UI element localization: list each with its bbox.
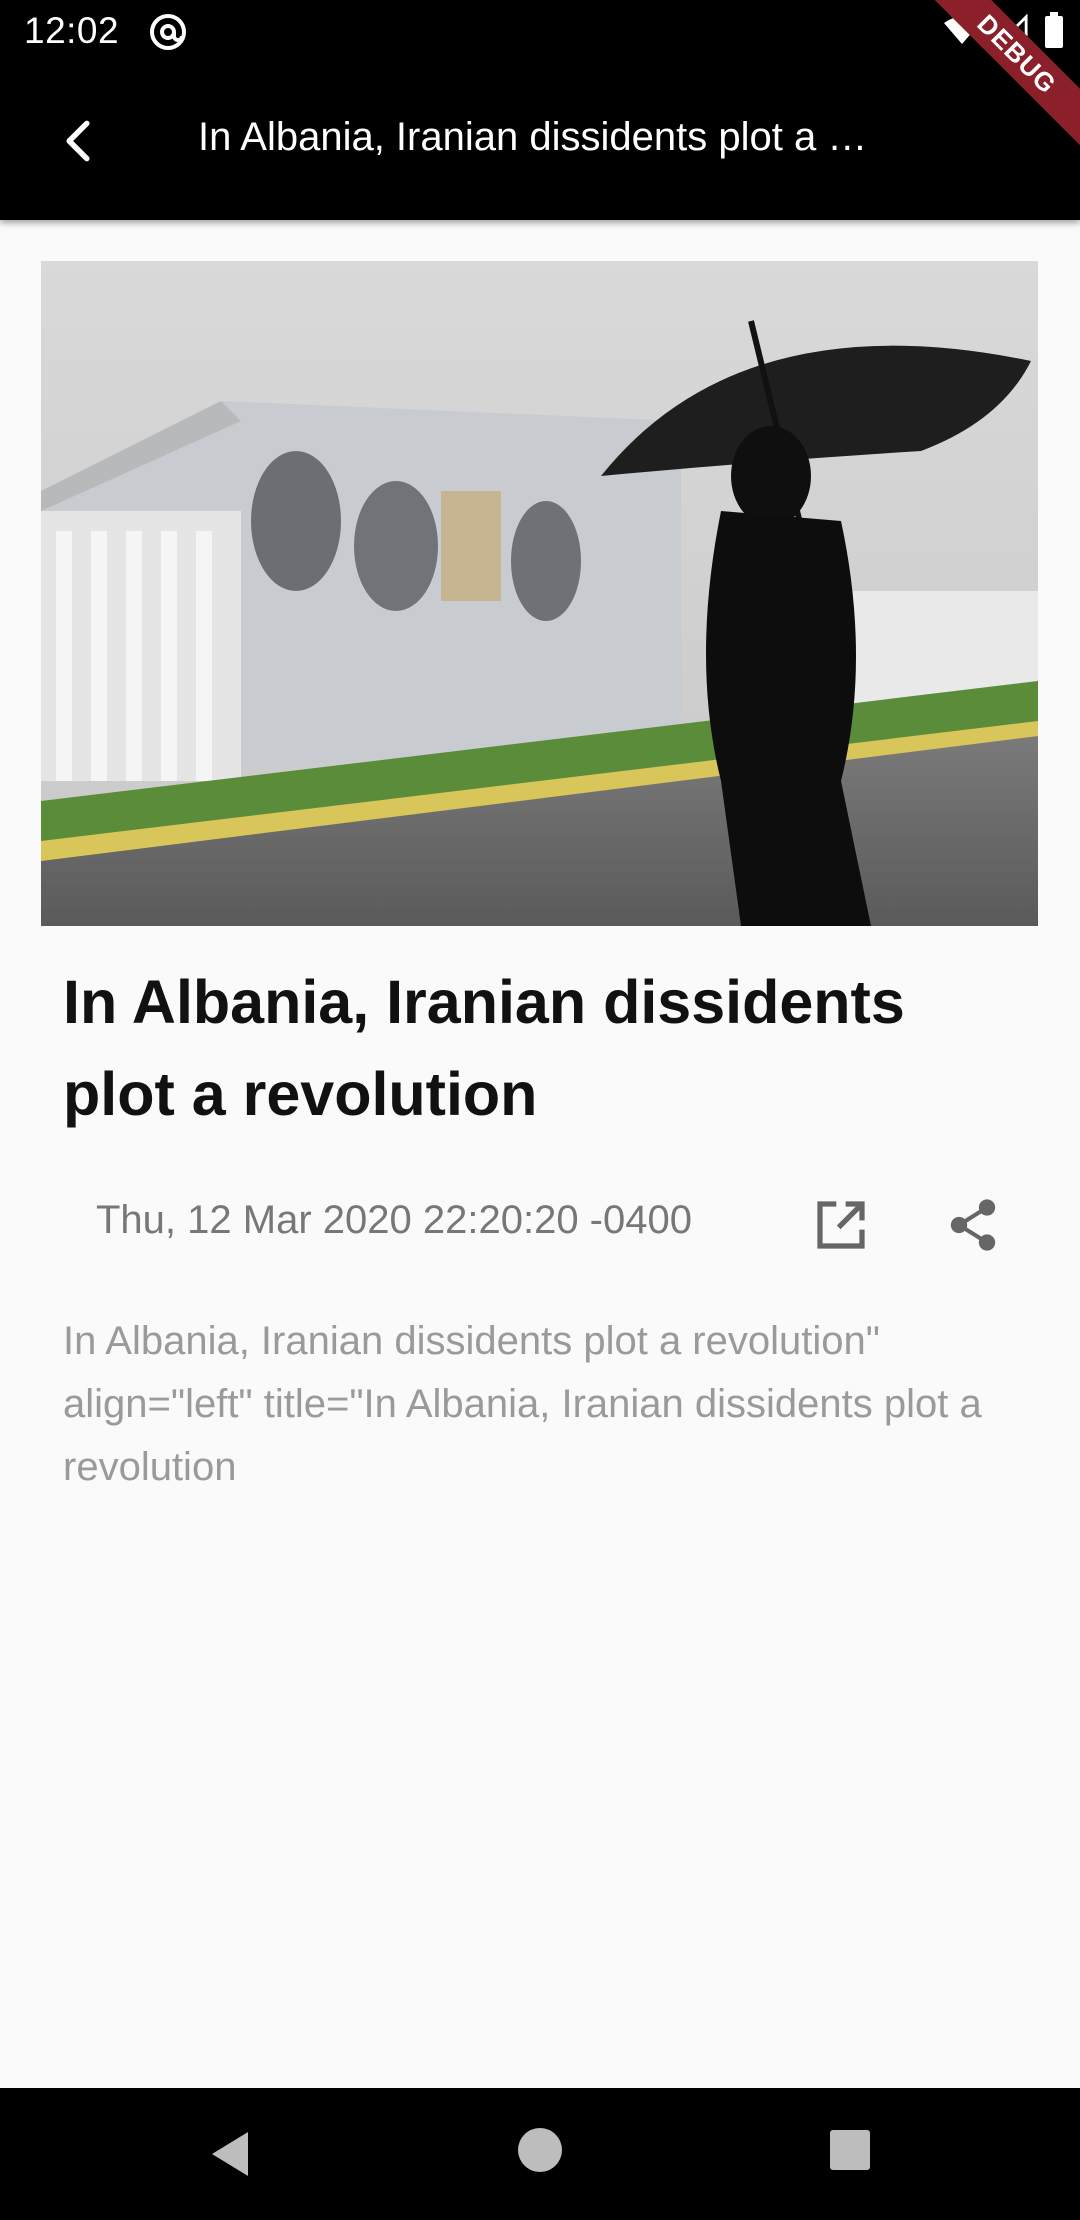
open-in-new-icon [817,1201,865,1249]
battery-icon [1044,11,1064,53]
article-date: Thu, 12 Mar 2020 22:20:20 -0400 [96,1198,692,1242]
article-body: In Albania, Iranian dissidents plot a re… [63,1319,982,1489]
share-button[interactable] [938,1190,1008,1260]
app-bar-title: In Albania, Iranian dissidents plot a … [198,115,868,159]
app-bar: In Albania, Iranian dissidents plot a … [0,63,1080,220]
system-nav-bar [0,2088,1080,2220]
nav-home-icon[interactable] [518,2128,562,2172]
arrow-back-icon [66,120,90,162]
share-icon [950,1199,996,1251]
open-in-browser-button[interactable] [806,1190,876,1260]
at-sign-icon [148,12,188,52]
article-screen: 12:02 DEBUG In Albania, Iranian dissiden… [0,0,1080,2220]
nav-recents-icon[interactable] [830,2130,870,2170]
article-image[interactable] [41,261,1038,926]
article-meta: Thu, 12 Mar 2020 22:20:20 -0400 [0,1180,1080,1270]
nav-back-icon[interactable] [204,2126,260,2182]
article-title: In Albania, Iranian dissidents plot a re… [63,968,905,1128]
status-bar: 12:02 [0,0,1080,63]
back-button[interactable] [44,107,112,175]
status-time: 12:02 [24,10,120,51]
